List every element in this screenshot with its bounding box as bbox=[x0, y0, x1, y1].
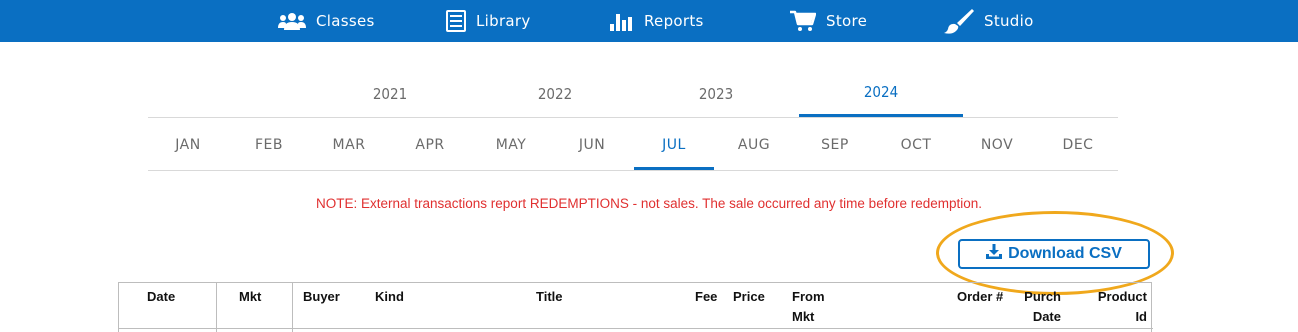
tab-year-2024[interactable]: 2024 bbox=[799, 70, 963, 117]
nav-classes-label: Classes bbox=[316, 12, 375, 30]
col-header-product-id-line2: Id bbox=[1135, 309, 1147, 324]
tab-month-nov[interactable]: NOV bbox=[957, 118, 1037, 171]
col-header-purch-date-line2: Date bbox=[1032, 309, 1061, 324]
nav-studio-label: Studio bbox=[984, 12, 1034, 30]
nav-library-label: Library bbox=[476, 12, 531, 30]
tab-month-jun[interactable]: JUN bbox=[552, 118, 632, 171]
month-tabs: JAN FEB MAR APR MAY JUN JUL AUG SEP OCT … bbox=[148, 118, 1118, 171]
nav-store-label: Store bbox=[826, 12, 868, 30]
library-icon bbox=[446, 10, 466, 32]
nav-library[interactable]: Library bbox=[446, 0, 531, 42]
tab-month-dec[interactable]: DEC bbox=[1038, 118, 1118, 171]
year-tabs: 2021 2022 2023 2024 bbox=[148, 70, 1118, 118]
tab-month-jul[interactable]: JUL bbox=[634, 118, 714, 171]
col-header-kind[interactable]: Kind bbox=[375, 283, 404, 329]
col-header-order[interactable]: Order # bbox=[957, 283, 1003, 329]
cart-icon bbox=[790, 10, 816, 32]
bar-chart-icon bbox=[610, 11, 634, 31]
nav-reports[interactable]: Reports bbox=[610, 0, 704, 42]
tab-month-feb[interactable]: FEB bbox=[229, 118, 309, 171]
tab-month-apr[interactable]: APR bbox=[390, 118, 470, 171]
col-header-product-id-line1: Product bbox=[1097, 289, 1147, 304]
col-header-from-mkt-line2: Mkt bbox=[792, 309, 815, 324]
tab-month-sep[interactable]: SEP bbox=[795, 118, 875, 171]
col-header-fee[interactable]: Fee bbox=[695, 283, 717, 329]
col-header-price[interactable]: Price bbox=[733, 283, 765, 329]
col-header-mkt[interactable]: Mkt bbox=[239, 283, 261, 329]
tab-year-2021[interactable]: 2021 bbox=[308, 70, 472, 118]
transactions-table: Date Mkt Buyer Kind Title Fee Price From… bbox=[118, 282, 1153, 332]
nav-store[interactable]: Store bbox=[790, 0, 867, 42]
users-icon bbox=[278, 12, 306, 30]
col-header-product-id[interactable]: Product Id bbox=[1089, 283, 1147, 329]
col-header-title[interactable]: Title bbox=[536, 283, 563, 329]
download-csv-label: Download CSV bbox=[1008, 245, 1122, 262]
tab-month-mar[interactable]: MAR bbox=[309, 118, 389, 171]
col-header-from-mkt-line1: From bbox=[792, 289, 825, 304]
download-csv-button[interactable]: Download CSV bbox=[958, 239, 1150, 269]
redemption-note: NOTE: External transactions report REDEM… bbox=[315, 196, 983, 211]
col-header-buyer[interactable]: Buyer bbox=[303, 283, 340, 329]
tab-month-jan[interactable]: JAN bbox=[148, 118, 228, 171]
nav-reports-label: Reports bbox=[644, 12, 704, 30]
col-header-purch-date-line1: Purch bbox=[1024, 289, 1061, 304]
tab-month-oct[interactable]: OCT bbox=[876, 118, 956, 171]
col-header-date[interactable]: Date bbox=[147, 283, 175, 329]
tab-year-2023[interactable]: 2023 bbox=[634, 70, 798, 118]
tab-year-2022[interactable]: 2022 bbox=[473, 70, 637, 118]
download-icon bbox=[986, 244, 1008, 264]
col-header-from-mkt[interactable]: From Mkt bbox=[792, 283, 825, 329]
nav-classes[interactable]: Classes bbox=[278, 0, 375, 42]
top-nav: Classes Library Reports Store Studio bbox=[0, 0, 1298, 42]
col-header-purch-date[interactable]: Purch Date bbox=[1021, 283, 1061, 329]
tab-month-may[interactable]: MAY bbox=[471, 118, 551, 171]
paintbrush-icon bbox=[944, 8, 974, 34]
tab-month-aug[interactable]: AUG bbox=[714, 118, 794, 171]
nav-studio[interactable]: Studio bbox=[944, 0, 1034, 42]
